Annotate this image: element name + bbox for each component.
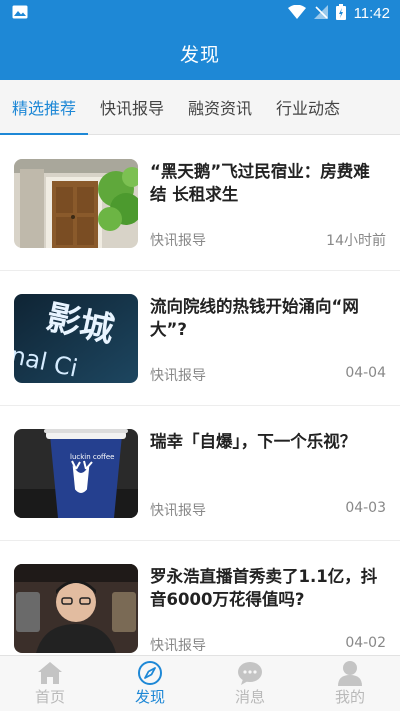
- nav-home[interactable]: 首页: [0, 656, 100, 711]
- article-source: 快讯报导: [150, 503, 206, 519]
- article-thumbnail-coffee: luckin coffee: [14, 429, 138, 518]
- category-tabs: 精选推荐 快讯报导 融资资讯 行业动态: [0, 80, 400, 135]
- nav-messages-label: 消息: [234, 688, 265, 706]
- gallery-notification-icon: [12, 4, 28, 23]
- tab-featured[interactable]: 精选推荐: [0, 80, 89, 135]
- wifi-icon: [287, 4, 306, 23]
- page-title: 发现: [179, 44, 220, 66]
- article-thumbnail-livestream: [14, 564, 138, 653]
- article-thumbnail-cinema: 影城 nal Ci: [14, 294, 138, 383]
- bottom-navigation: 首页 发现 消息 我的: [0, 655, 400, 711]
- no-signal-icon: [313, 4, 328, 23]
- article-title: 瑞幸「自爆」，下一个乐视？: [150, 432, 357, 451]
- clock: 11:42: [353, 5, 390, 22]
- home-icon: [37, 660, 63, 686]
- article-item[interactable]: 罗永浩直播首秀卖了1.1亿，抖音6000万花得值吗? 快讯报导 04-02: [0, 541, 400, 655]
- article-time: 04-03: [345, 500, 386, 516]
- battery-icon: [335, 3, 346, 24]
- article-item[interactable]: 影城 nal Ci 流向院线的热钱开始涌向“网大”? 快讯报导 04-04: [0, 271, 400, 406]
- article-source: 快讯报导: [150, 638, 206, 654]
- app-bar: 发现: [0, 27, 400, 80]
- tab-industry[interactable]: 行业动态: [264, 80, 352, 135]
- article-time: 04-04: [345, 365, 386, 381]
- article-title: “黑天鹅”飞过民宿业：房费难结 长租求生: [150, 162, 370, 204]
- article-source: 快讯报导: [150, 368, 206, 384]
- compass-icon: [137, 660, 163, 686]
- status-bar: 11:42: [0, 0, 400, 27]
- article-item[interactable]: luckin coffee 瑞幸「自爆」，下一个乐视？ 快讯报导 04-03: [0, 406, 400, 541]
- nav-home-label: 首页: [34, 688, 65, 706]
- nav-profile-label: 我的: [334, 688, 365, 706]
- user-icon: [337, 660, 363, 686]
- nav-discover[interactable]: 发现: [100, 656, 200, 711]
- tab-financing[interactable]: 融资资讯: [176, 80, 264, 135]
- nav-messages[interactable]: 消息: [200, 656, 300, 711]
- article-source: 快讯报导: [150, 233, 206, 249]
- article-time: 04-02: [345, 635, 386, 651]
- svg-text:luckin coffee: luckin coffee: [70, 453, 114, 461]
- chat-icon: [237, 660, 263, 686]
- article-list: “黑天鹅”飞过民宿业：房费难结 长租求生 快讯报导 14小时前 影城 nal C…: [0, 136, 400, 655]
- nav-discover-label: 发现: [134, 688, 165, 706]
- article-title: 罗永浩直播首秀卖了1.1亿，抖音6000万花得值吗?: [150, 567, 378, 609]
- nav-profile[interactable]: 我的: [300, 656, 400, 711]
- article-title: 流向院线的热钱开始涌向“网大”?: [150, 297, 359, 339]
- article-thumbnail-door: [14, 159, 138, 248]
- tab-news-flash[interactable]: 快讯报导: [88, 80, 176, 135]
- article-item[interactable]: “黑天鹅”飞过民宿业：房费难结 长租求生 快讯报导 14小时前: [0, 136, 400, 271]
- article-time: 14小时前: [326, 233, 386, 249]
